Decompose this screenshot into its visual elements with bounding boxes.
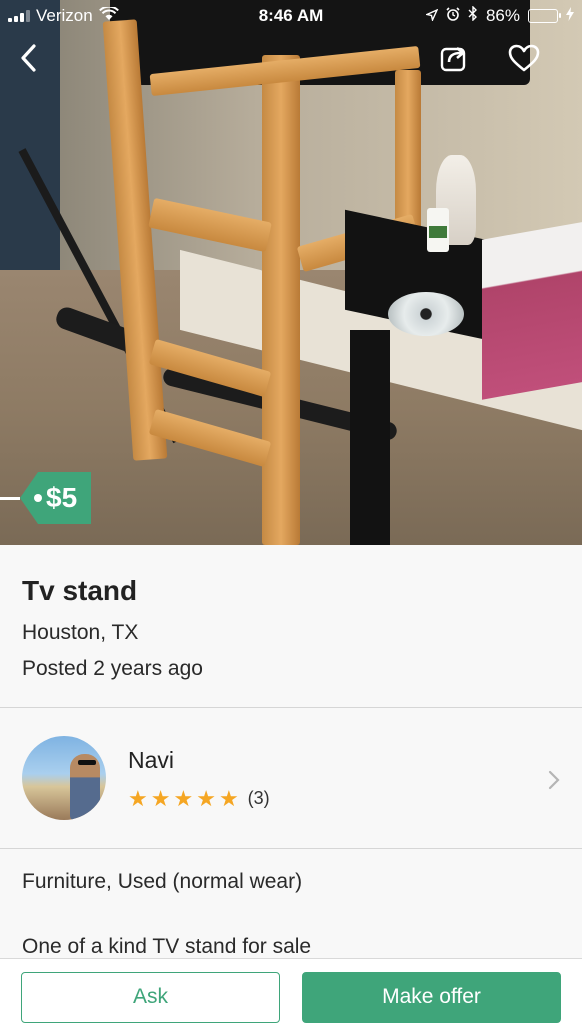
action-bar: Ask Make offer [0, 958, 582, 1035]
battery-percent: 86% [485, 6, 520, 25]
favorite-button[interactable] [504, 40, 544, 80]
photo-table-leg [350, 330, 390, 545]
photo-stand-leg [262, 55, 300, 545]
listing-title: Tv stand [22, 575, 138, 606]
chevron-right-icon [548, 770, 560, 795]
star-icon: ★ [150, 785, 171, 811]
price-tag: $5 [0, 472, 92, 524]
listing-posted: Posted 2 years ago [22, 657, 203, 680]
star-icon: ★ [173, 785, 194, 811]
make-offer-button[interactable]: Make offer [302, 971, 561, 1023]
photo-cd [388, 292, 464, 336]
star-icon: ★ [218, 785, 239, 811]
avatar [22, 736, 106, 820]
price-tag-string [0, 496, 20, 500]
share-icon [439, 43, 469, 78]
listing-photo[interactable] [0, 0, 582, 545]
ask-button[interactable]: Ask [21, 971, 280, 1023]
share-button[interactable] [434, 40, 474, 80]
seller-rating: ★ ★ ★ ★ ★ (3) [128, 785, 270, 811]
alarm-icon [446, 6, 460, 26]
star-icon: ★ [128, 785, 148, 811]
rating-count: (3) [247, 788, 270, 808]
seller-row[interactable]: Navi ★ ★ ★ ★ ★ (3) [0, 708, 582, 848]
photo-bottle [427, 208, 449, 252]
bluetooth-icon [468, 5, 478, 26]
back-button[interactable] [8, 40, 48, 80]
listing-category: Furniture, Used (normal wear) [22, 870, 303, 893]
back-chevron-icon [19, 43, 37, 78]
divider [0, 848, 582, 849]
seller-name: Navi [128, 746, 175, 773]
status-bar: Verizon 8:46 AM 86% [0, 0, 582, 32]
listing-description: One of a kind TV stand for sale [22, 935, 312, 958]
charging-icon [566, 6, 574, 26]
star-icon: ★ [196, 785, 216, 811]
location-icon [424, 6, 439, 26]
price-label: $5 [20, 472, 92, 524]
heart-icon [507, 43, 541, 78]
battery-icon [528, 9, 561, 23]
listing-details: Tv stand Houston, TX Posted 2 years ago [0, 545, 582, 707]
listing-location: Houston, TX [22, 621, 139, 644]
photo-box [482, 220, 582, 400]
